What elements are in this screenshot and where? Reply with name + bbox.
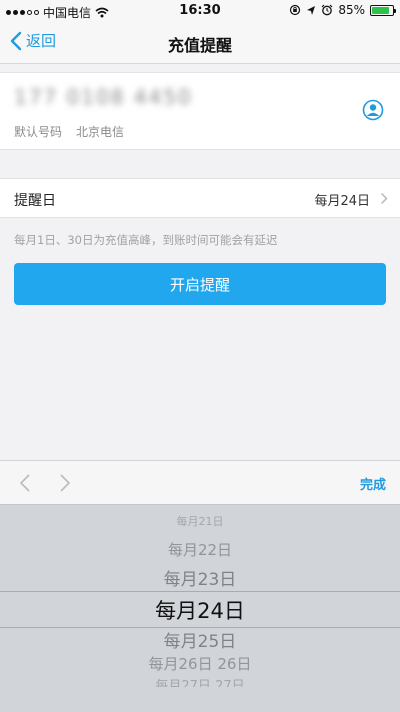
operator-label: 北京电信 xyxy=(76,125,125,139)
picker-toolbar: 完成 xyxy=(0,460,400,504)
rotation-lock-icon xyxy=(290,4,301,16)
done-button[interactable]: 完成 xyxy=(360,474,386,493)
next-arrow-icon[interactable] xyxy=(58,473,72,493)
account-meta: 默认号码 北京电信 xyxy=(14,123,124,140)
navigation-bar: 返回 充值提醒 xyxy=(0,22,400,64)
enable-reminder-button[interactable]: 开启提醒 xyxy=(14,263,386,305)
hint-text: 每月1日、30日为充值高峰，到账时间可能会有延迟 xyxy=(14,233,278,247)
previous-arrow-icon[interactable] xyxy=(18,473,32,493)
battery-percent: 85% xyxy=(338,3,365,17)
default-number-label: 默认号码 xyxy=(14,125,63,139)
picker-item[interactable]: 每月26日 26日 xyxy=(0,653,400,674)
reminder-day-label: 提醒日 xyxy=(14,193,56,209)
picker-item[interactable]: 每月23日 xyxy=(0,565,400,590)
status-bar: 中国电信 16:30 85% xyxy=(0,0,400,22)
date-picker-wheel[interactable]: 每月21日每月22日每月23日每月24日 每月25日 每月26日 26日 每月27日 … xyxy=(0,504,400,712)
picker-item[interactable]: 每月25日 xyxy=(0,627,400,652)
page-title: 充值提醒 xyxy=(167,36,232,55)
picker-selection-top-line xyxy=(0,591,400,592)
reminder-day-row[interactable]: 提醒日 每月24日 xyxy=(0,178,400,218)
user-icon[interactable] xyxy=(362,99,384,121)
location-icon xyxy=(307,5,316,15)
account-card: 177 0108 4450 默认号码 北京电信 xyxy=(0,72,400,150)
alarm-icon xyxy=(321,4,333,16)
battery-fill xyxy=(372,6,389,14)
picker-item[interactable]: 每月21日 xyxy=(0,513,400,529)
picker-item[interactable]: 每月22日 xyxy=(0,539,400,560)
picker-item[interactable]: 每月27日 27日 xyxy=(0,675,400,687)
battery-icon xyxy=(370,4,396,16)
chevron-right-icon xyxy=(380,192,388,205)
picker-item-selected[interactable]: 每月24日 xyxy=(0,595,400,625)
status-right: 85% xyxy=(289,3,396,17)
phone-number: 177 0108 4450 xyxy=(14,85,193,109)
reminder-day-value: 每月24日 xyxy=(314,194,370,209)
